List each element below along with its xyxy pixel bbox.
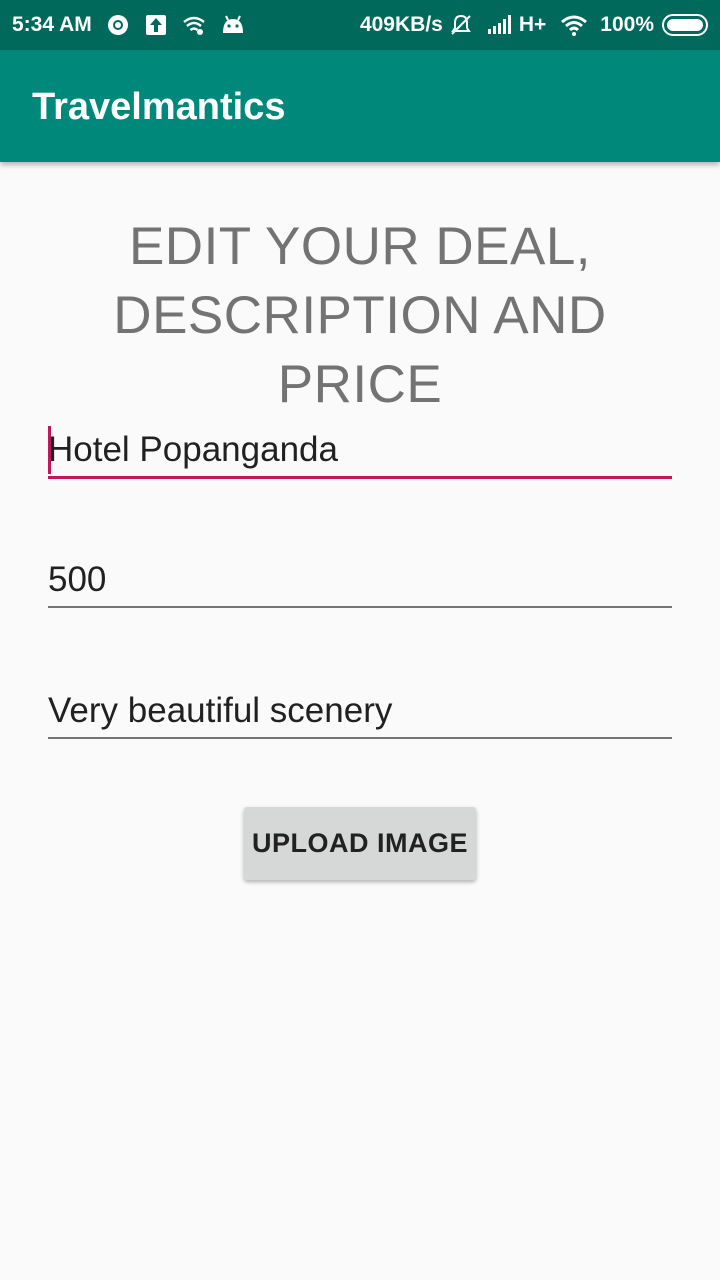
- network-type: H+: [518, 13, 547, 36]
- price-field[interactable]: [48, 556, 672, 608]
- status-bar-left: 5:34 AM: [12, 12, 246, 38]
- upload-image-button[interactable]: UPLOAD IMAGE: [244, 807, 476, 880]
- upload-notification-icon: [144, 13, 168, 37]
- description-field[interactable]: [48, 687, 672, 739]
- battery-level: 100%: [600, 13, 654, 36]
- chrome-icon: [106, 13, 130, 37]
- deal-title-input[interactable]: [48, 426, 672, 474]
- wifi-icon: [560, 13, 588, 37]
- signal-icon: [487, 13, 513, 37]
- mute-icon: [449, 13, 473, 37]
- status-time: 5:34 AM: [12, 13, 92, 36]
- app-title: Travelmantics: [32, 86, 286, 128]
- app-bar: Travelmantics: [0, 50, 720, 162]
- description-input[interactable]: [48, 687, 672, 735]
- price-input[interactable]: [48, 556, 672, 604]
- network-speed: 409KB/s: [359, 13, 443, 36]
- status-bar-right: 409KB/s H+ 100%: [360, 12, 708, 38]
- android-debug-icon: [220, 13, 246, 37]
- page-heading: EDIT YOUR DEAL, DESCRIPTION AND PRICE: [113, 217, 607, 414]
- deal-title-field[interactable]: [48, 426, 672, 479]
- battery-icon: [662, 13, 708, 37]
- status-bar: 5:34 AM 409KB/s H+ 100%: [0, 0, 720, 50]
- wifi-notification-icon: [182, 13, 206, 37]
